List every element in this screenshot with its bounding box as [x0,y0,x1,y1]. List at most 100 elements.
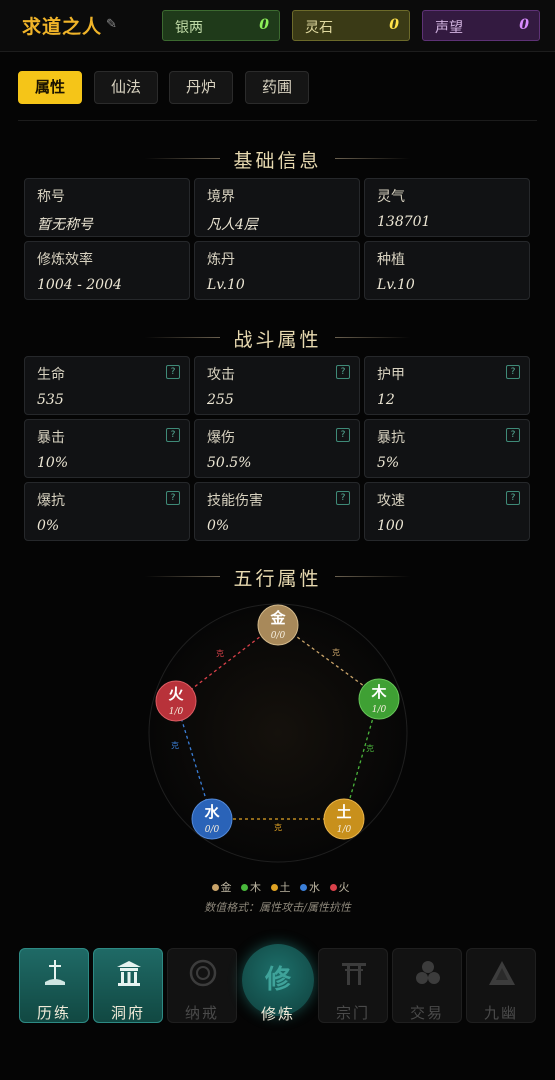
info-book-icon[interactable]: ? [336,365,350,379]
stat-value: 暂无称号 [37,217,93,233]
stat-card-cultivation-rate: 修炼效率 1004 - 2004 [24,241,190,300]
combat-card-crit-damage-resist[interactable]: 爆抗 ? 0% [24,482,190,541]
nav-label: 历练 [36,1004,71,1022]
pyramid-icon [489,961,515,985]
element-char: 金 [269,609,286,627]
currency-spirit-stone-label: 灵石 [305,20,333,36]
section-title-basic: 基础信息 [233,150,322,172]
stat-value: 50.5% [207,455,252,471]
player-name: 求道之人 [22,16,103,38]
tab-attributes[interactable]: 属性 [18,71,82,104]
info-book-icon[interactable]: ? [336,428,350,442]
palace-icon [117,961,141,986]
restrain-label: 克 [171,741,179,750]
sword-icon [45,960,65,985]
element-node-wood[interactable]: 木 1/0 [358,678,400,720]
element-node-earth[interactable]: 土 1/0 [323,798,365,840]
tab-alchemy-furnace[interactable]: 丹炉 [169,71,233,104]
tab-herb-garden[interactable]: 药圃 [245,71,309,104]
stat-label: 暴击 [37,430,65,446]
legend-label: 水 [309,881,320,894]
stat-value: 12 [377,392,395,408]
edit-name-icon[interactable]: ✎ [106,18,120,32]
currency-silver-label: 银两 [175,20,203,36]
combat-card-crit-resist[interactable]: 暴抗 ? 5% [364,419,530,478]
currency-silver-value: 0 [259,17,269,33]
combat-card-hp[interactable]: 生命 ? 535 [24,356,190,415]
info-book-icon[interactable]: ? [506,491,520,505]
element-legend: 金 木 土 水 火 [0,879,555,895]
nav-cave-abode[interactable]: 洞府 [93,948,163,1023]
element-char: 火 [168,685,184,703]
stat-value: 5% [377,455,400,471]
restrain-label: 克 [332,648,340,657]
stat-value: 0% [207,518,230,534]
restrain-label: 克 [274,823,282,832]
stat-label: 灵气 [377,189,405,205]
stat-label: 炼丹 [207,252,235,268]
legend-label: 木 [250,881,261,894]
stat-label: 境界 [207,189,235,205]
coins-icon [416,961,440,984]
nav-cultivate[interactable]: 修 修炼 [241,942,315,1023]
tab-immortal-arts[interactable]: 仙法 [94,71,158,104]
stat-card-title: 称号 暂无称号 [24,178,190,237]
stat-label: 技能伤害 [207,493,263,509]
legend-label: 火 [338,881,350,894]
nav-label: 交易 [409,1004,444,1022]
info-book-icon[interactable]: ? [506,428,520,442]
element-node-fire[interactable]: 火 1/0 [155,680,197,722]
stat-value: Lv.10 [207,277,245,293]
currency-silver: 银两 0 [162,10,280,41]
stat-label: 爆抗 [37,493,65,509]
element-value: 0/0 [271,631,286,641]
combat-card-skill-damage[interactable]: 技能伤害 ? 0% [194,482,360,541]
element-value: 1/0 [337,825,352,835]
legend-label: 金 [220,881,232,894]
info-book-icon[interactable]: ? [166,428,180,442]
stat-value: 100 [377,518,404,534]
combat-card-attack[interactable]: 攻击 ? 255 [194,356,360,415]
stat-value: 255 [207,392,234,408]
nav-label: 洞府 [110,1004,145,1022]
stat-label: 护甲 [377,367,405,383]
info-book-icon[interactable]: ? [336,491,350,505]
combat-card-armor[interactable]: 护甲 ? 12 [364,356,530,415]
combat-card-crit-damage[interactable]: 爆伤 ? 50.5% [194,419,360,478]
stat-label: 生命 [37,367,65,383]
nav-sect[interactable]: 宗门 [318,948,388,1023]
currency-fame-value: 0 [519,17,529,33]
element-node-water[interactable]: 水 0/0 [191,798,233,840]
restrain-label: 克 [366,744,374,753]
stat-value: Lv.10 [377,277,415,293]
currency-fame: 声望 0 [422,10,540,41]
stat-label: 种植 [377,252,405,268]
currency-spirit-stone-value: 0 [389,17,399,33]
legend-dot [241,884,248,891]
element-value: 0/0 [205,825,220,835]
nav-storage-ring[interactable]: 纳戒 [167,948,237,1023]
nav-trade[interactable]: 交易 [392,948,462,1023]
stat-value: 10% [37,455,69,471]
legend-dot [329,884,337,891]
info-book-icon[interactable]: ? [166,365,180,379]
element-value: 1/0 [372,705,387,715]
stat-card-planting-level: 种植 Lv.10 [364,241,530,300]
combat-card-attack-speed[interactable]: 攻速 ? 100 [364,482,530,541]
five-elements-svg: 克 克 克 克 克 金 0/0 木 1/0 土 1/0 水 0/0 火 1/0 [148,603,408,863]
info-book-icon[interactable]: ? [506,365,520,379]
info-book-icon[interactable]: ? [166,491,180,505]
stat-card-realm: 境界 凡人4层 [194,178,360,237]
element-node-metal[interactable]: 金 0/0 [257,604,299,646]
element-char: 土 [336,803,351,821]
stat-label: 称号 [37,189,65,205]
top-bar: 求道之人 ✎ 银两 0 灵石 0 声望 0 [0,0,555,52]
nav-trials[interactable]: 历练 [19,948,89,1023]
stat-label: 修炼效率 [37,252,93,268]
stat-label: 暴抗 [377,430,405,446]
combat-card-crit[interactable]: 暴击 ? 10% [24,419,190,478]
stat-value: 凡人4层 [207,217,258,233]
currency-fame-label: 声望 [435,20,463,36]
stat-card-spirit-qi: 灵气 138701 [364,178,530,237]
nav-nether[interactable]: 九幽 [466,948,536,1023]
